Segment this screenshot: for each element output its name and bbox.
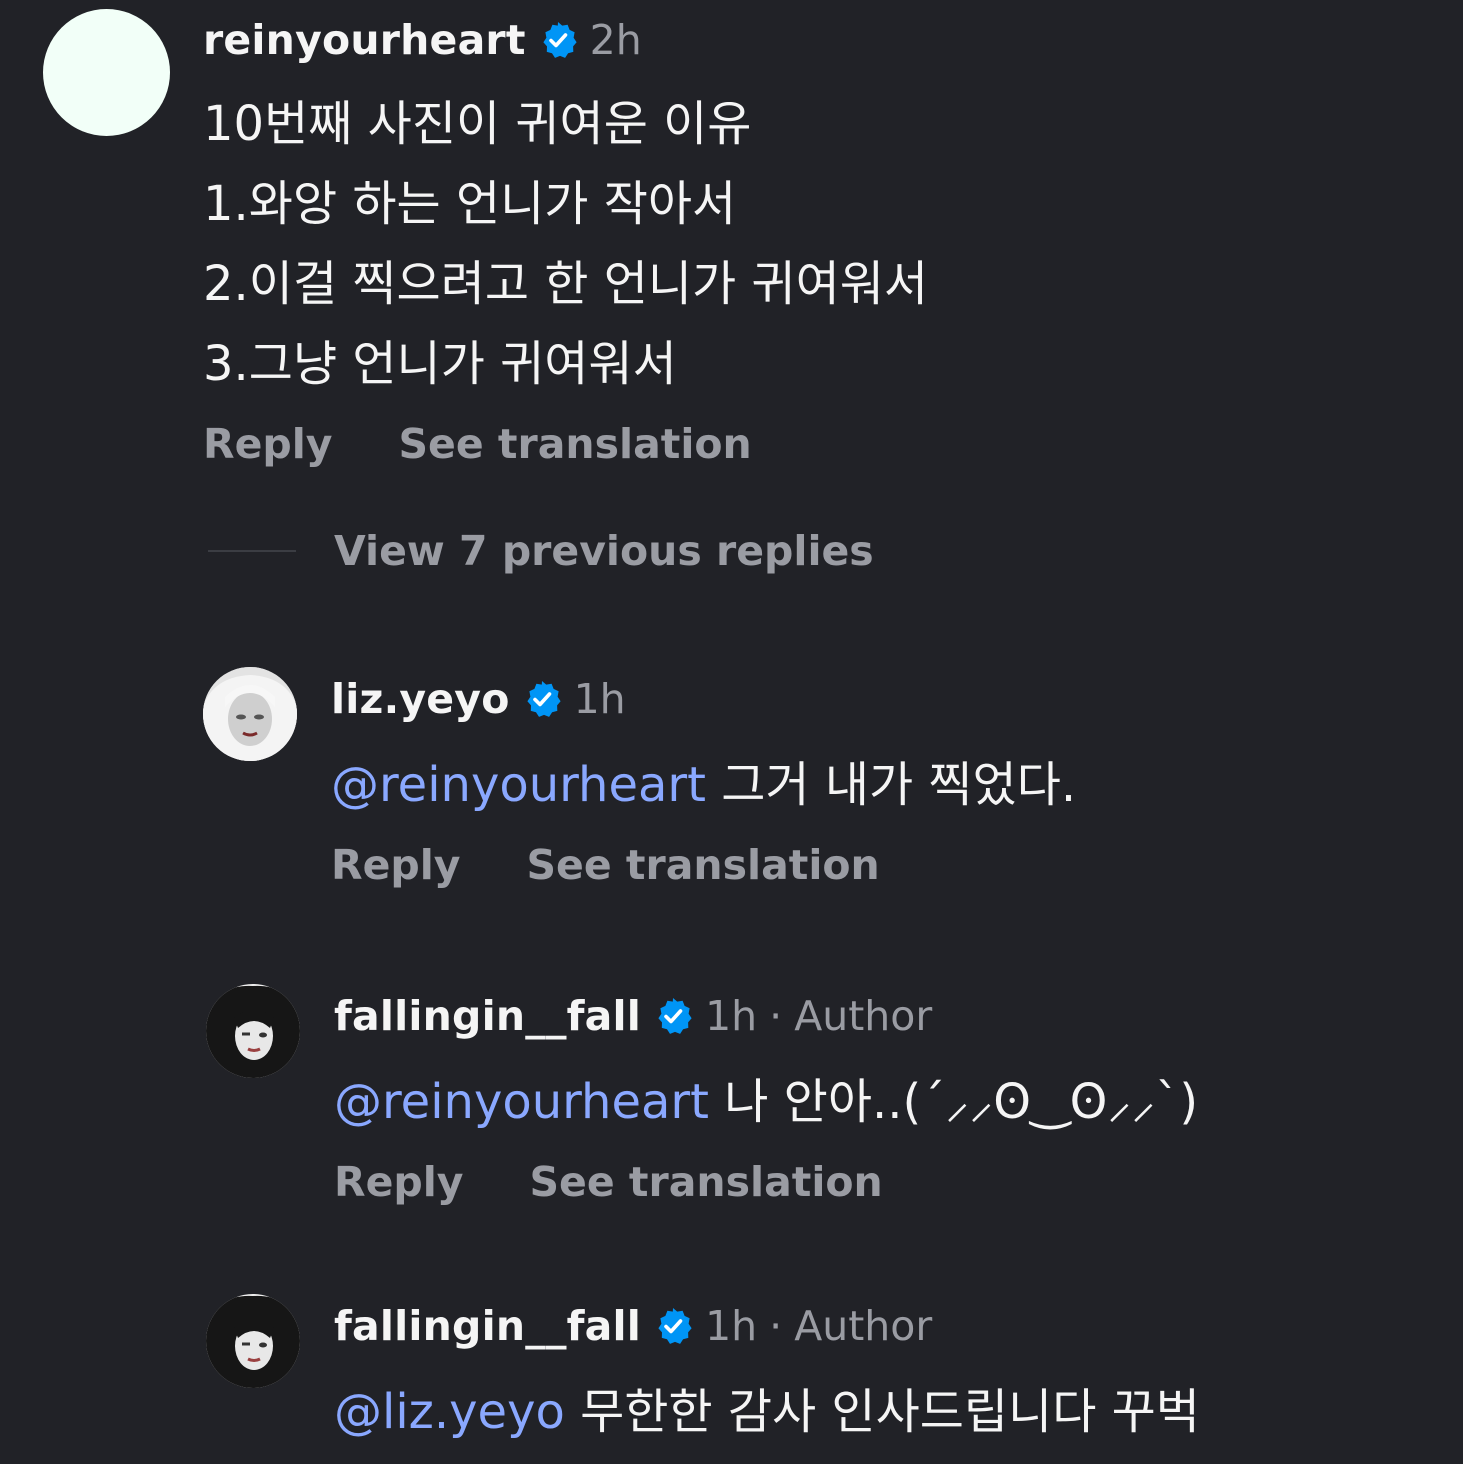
timestamp: 1h: [705, 1302, 758, 1350]
reply-text: @liz.yeyo 무한한 감사 인사드립니다 꾸벅: [334, 1372, 1200, 1442]
reply-button[interactable]: Reply: [334, 1158, 464, 1206]
reply-text: @reinyourheart 그거 내가 찍었다.: [331, 745, 1076, 815]
timestamp: 1h: [573, 675, 626, 723]
username[interactable]: reinyourheart: [203, 16, 526, 64]
avatar[interactable]: [206, 984, 300, 1078]
mention-link[interactable]: @liz.yeyo: [334, 1384, 565, 1440]
separator-dot: ·: [769, 1302, 783, 1350]
reply-body: 그거 내가 찍었다.: [705, 757, 1077, 813]
username[interactable]: liz.yeyo: [331, 675, 510, 723]
reply-button[interactable]: Reply: [203, 420, 333, 468]
see-translation-button[interactable]: See translation: [399, 420, 752, 468]
reply-actions: Reply See translation: [334, 1158, 883, 1206]
reply-body: 나 안아..(´‪⸝⸝ʘ‿ʘ⸝⸝`): [708, 1074, 1199, 1130]
see-translation-button[interactable]: See translation: [527, 841, 880, 889]
view-previous-replies-button[interactable]: View 7 previous replies: [208, 527, 874, 575]
username[interactable]: fallingin__fall: [334, 992, 641, 1040]
avatar[interactable]: [203, 667, 297, 761]
reply-header: liz.yeyo 1h: [331, 673, 626, 725]
comment-text-line: 3.그냥 언니가 귀여워서: [203, 336, 677, 392]
divider: [208, 550, 296, 552]
reply-actions: Reply See translation: [331, 841, 880, 889]
reply-body: 무한한 감사 인사드립니다 꾸벅: [564, 1384, 1200, 1440]
comment-header: reinyourheart 2h: [203, 14, 642, 66]
verified-badge-icon: [522, 679, 562, 719]
verified-badge-icon: [538, 20, 578, 60]
username[interactable]: fallingin__fall: [334, 1302, 641, 1350]
avatar[interactable]: [206, 1294, 300, 1388]
reply-text: @reinyourheart 나 안아..(´‪⸝⸝ʘ‿ʘ⸝⸝`): [334, 1062, 1198, 1133]
timestamp: 2h: [589, 16, 642, 64]
mention-link[interactable]: @reinyourheart: [334, 1074, 709, 1130]
comment-text-line: 2.이걸 찍으려고 한 언니가 귀여워서: [203, 256, 929, 312]
timestamp: 1h: [705, 992, 758, 1040]
see-translation-button[interactable]: See translation: [530, 1158, 883, 1206]
mention-link[interactable]: @reinyourheart: [331, 757, 706, 813]
author-badge: Author: [794, 992, 933, 1040]
view-replies-label: View 7 previous replies: [334, 527, 874, 575]
avatar[interactable]: [43, 9, 170, 136]
comment-actions: Reply See translation: [203, 420, 752, 468]
verified-badge-icon: [653, 996, 693, 1036]
verified-badge-icon: [653, 1306, 693, 1346]
reply-button[interactable]: Reply: [331, 841, 461, 889]
separator-dot: ·: [769, 992, 783, 1040]
comment-text-line: 1.와앙 하는 언니가 작아서: [203, 176, 737, 232]
author-badge: Author: [794, 1302, 933, 1350]
comment-text-line: 10번째 사진이 귀여운 이유: [203, 96, 752, 152]
reply-header: fallingin__fall 1h · Author: [334, 1300, 932, 1352]
reply-header: fallingin__fall 1h · Author: [334, 990, 932, 1042]
